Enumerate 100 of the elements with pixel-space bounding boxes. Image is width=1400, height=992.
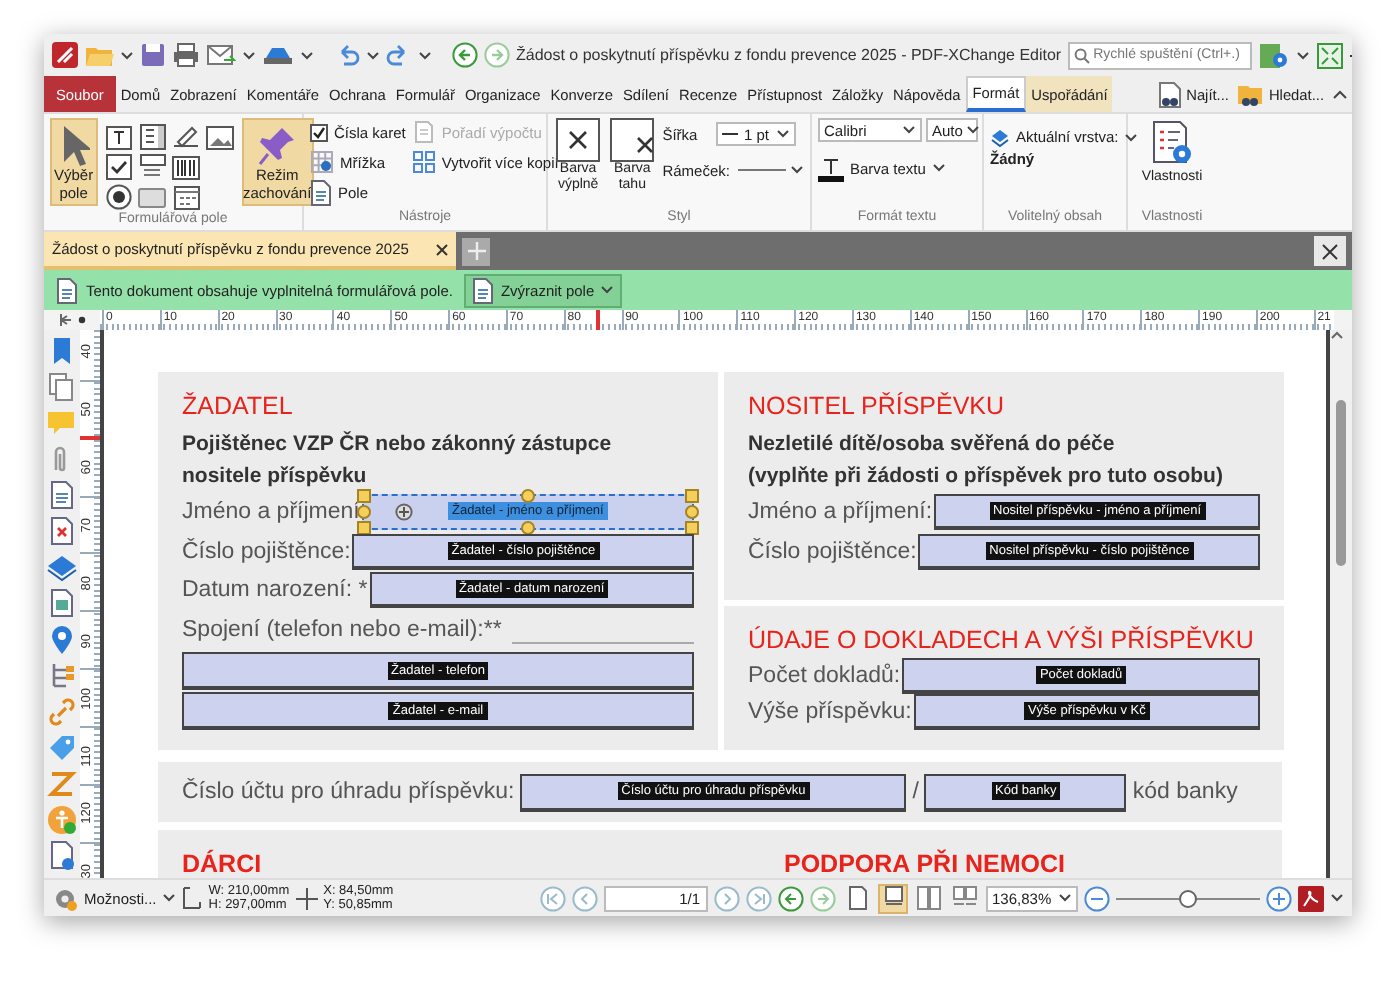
combo-box-icon[interactable] [139, 154, 166, 180]
collapse-ribbon-icon[interactable] [1332, 88, 1348, 100]
field-label: Výše příspěvku: [748, 700, 912, 724]
check-icon [312, 125, 326, 139]
settings-icon[interactable] [1257, 41, 1290, 69]
form-document-icon [56, 277, 78, 303]
section-heading: ŽADATEL [182, 392, 295, 422]
search-icon [1073, 47, 1090, 63]
caret-icon[interactable] [366, 49, 380, 61]
copies-grid-icon [411, 150, 436, 174]
gear-icon [52, 885, 78, 911]
pushpin-icon [257, 124, 298, 168]
text-field-icon[interactable] [105, 125, 132, 149]
field-label: Jméno a příjmení [182, 499, 360, 524]
ruler-marker [80, 436, 100, 440]
folder-binoculars-icon [1236, 81, 1265, 107]
back-icon[interactable] [778, 885, 804, 911]
caret-icon[interactable] [162, 892, 177, 904]
caret-icon[interactable] [242, 49, 256, 61]
new-tab-button[interactable] [462, 237, 491, 265]
field-label: Číslo pojištěnce: [748, 540, 917, 564]
caret-icon[interactable] [1124, 131, 1139, 143]
section-heading: DÁRCI [182, 850, 264, 878]
layers-icon[interactable] [46, 552, 78, 584]
zoom-slider[interactable] [1116, 889, 1260, 907]
image-document-icon[interactable] [46, 588, 78, 620]
no-color-swatch-icon [610, 118, 655, 162]
caret-icon[interactable] [418, 49, 432, 61]
scroll-up-icon[interactable] [1330, 330, 1344, 340]
field-label: Datum narození: * [182, 578, 368, 603]
plus-icon [467, 242, 486, 260]
close-document-button[interactable] [1314, 236, 1346, 266]
field-label: Počet dokladů: [748, 664, 901, 688]
document-icon [310, 179, 332, 205]
caret-icon[interactable] [775, 128, 790, 140]
back-icon[interactable] [452, 42, 478, 68]
mail-icon[interactable] [206, 42, 236, 68]
caret-icon[interactable] [1295, 49, 1310, 61]
resize-handle[interactable] [520, 488, 535, 503]
image-field-icon[interactable] [206, 125, 235, 149]
zoom-in-icon[interactable] [1266, 885, 1292, 911]
move-handle-icon[interactable] [394, 502, 413, 521]
dot-icon [77, 316, 85, 324]
field-label: Jméno a příjmení: [748, 500, 933, 524]
window-title: Žádost o poskytnutí příspěvku z fondu prevence 2025 - PDF-XChange Editor [516, 46, 1062, 64]
list-box-icon[interactable] [139, 124, 166, 150]
signature-field-icon[interactable] [172, 125, 201, 149]
caret-icon[interactable] [931, 162, 946, 174]
form-document-icon [472, 277, 495, 303]
save-icon[interactable] [140, 42, 166, 68]
ruler-origin-icon[interactable] [59, 314, 71, 326]
field-label: Spojení (telefon nebo e-mail):** [182, 618, 502, 643]
pages-icon[interactable] [46, 372, 78, 404]
layers-icon [990, 127, 1010, 147]
location-pin-icon[interactable] [46, 624, 78, 656]
slider-thumb[interactable] [1179, 889, 1197, 907]
date-field-icon[interactable] [173, 184, 200, 210]
document-icon[interactable] [46, 516, 78, 548]
checkbox-field-icon[interactable] [105, 154, 132, 180]
no-color-swatch-icon [556, 118, 601, 162]
section-subtitle: Nezletilé dítě/osoba svěřená do péče [748, 430, 1115, 460]
document-icon[interactable] [46, 480, 78, 512]
calculation-order-icon [411, 120, 436, 144]
caret-icon[interactable] [966, 124, 981, 136]
print-icon[interactable] [172, 42, 200, 68]
grid-icon [310, 150, 334, 174]
scrollbar-thumb[interactable] [1336, 400, 1346, 566]
section-heading: PODPORA PŘI NEMOCI [782, 850, 1068, 878]
close-icon [1322, 243, 1338, 259]
caret-icon[interactable] [120, 49, 134, 61]
close-icon[interactable] [436, 243, 449, 255]
radio-button-icon[interactable] [105, 184, 132, 210]
pdf-icon[interactable] [1298, 885, 1324, 911]
separator-text: / [912, 780, 919, 804]
scanner-icon[interactable] [262, 42, 294, 68]
caret-icon[interactable] [1058, 892, 1072, 904]
text-color-icon [818, 155, 844, 181]
field-label: Číslo pojištěnce: [182, 539, 351, 564]
document-binoculars-icon [1158, 81, 1183, 107]
caret-icon[interactable] [600, 284, 615, 296]
field-label: Číslo účtu pro úhradu příspěvku: [182, 780, 515, 804]
border-style-dropdown-icon[interactable] [735, 162, 804, 178]
zoom-out-icon[interactable] [1084, 885, 1110, 911]
accessibility-icon[interactable] [46, 804, 78, 836]
barcode-icon[interactable] [172, 155, 201, 179]
page-size-icon [182, 886, 203, 910]
section-heading: ÚDAJE O DOKLADECH A VÝŠI PŘÍSPĚVKU [748, 626, 1256, 656]
line-sample-icon [721, 130, 738, 138]
section-heading: NOSITEL PŘÍSPĚVKU [748, 392, 1007, 422]
section-subtitle: nositele příspěvku [182, 462, 367, 492]
caret-icon[interactable] [1330, 892, 1344, 904]
document-info-icon[interactable] [46, 840, 78, 872]
resize-handle[interactable] [520, 520, 535, 535]
caret-icon[interactable] [300, 49, 314, 61]
checkbox[interactable] [310, 123, 328, 141]
crosshair-icon [295, 887, 318, 909]
caret-icon[interactable] [902, 124, 916, 136]
app-logo-icon [52, 42, 78, 68]
ruler-marker [596, 310, 600, 330]
properties-checklist-icon [1150, 118, 1194, 166]
